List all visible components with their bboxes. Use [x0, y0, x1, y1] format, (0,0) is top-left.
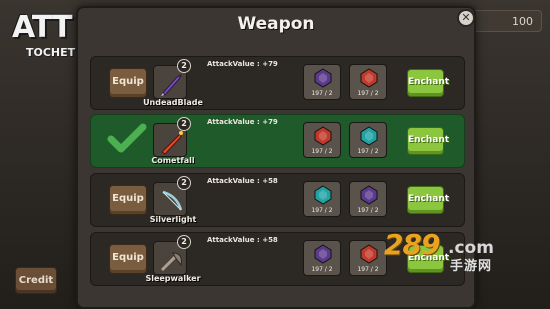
attack-value: AttackValue : +79	[207, 60, 278, 68]
panel-title: Weapon	[237, 14, 315, 34]
gem-count: 197 / 2	[357, 266, 379, 273]
gem-slot: 197 / 2	[349, 181, 387, 217]
gem-count: 197 / 2	[357, 207, 379, 214]
weapon-name: Silverlight	[149, 215, 197, 224]
gem-slot: 197 / 2	[303, 240, 341, 276]
equip-button[interactable]: Equip	[109, 68, 147, 98]
level-badge: 2	[177, 117, 191, 131]
checkmark-icon	[107, 123, 147, 155]
weapon-icon	[161, 131, 183, 155]
logo-title: ATT	[12, 10, 73, 45]
logo-subtitle: TOCHET	[26, 46, 76, 59]
equip-button[interactable]: Equip	[109, 185, 147, 215]
equip-button[interactable]: Equip	[109, 244, 147, 274]
gem-count: 197 / 2	[357, 90, 379, 97]
weapon-name: Sleepwalker	[145, 274, 201, 283]
weapon-row: 2 Cometfall AttackValue : +79 197 / 2 19…	[90, 114, 465, 168]
close-icon[interactable]: ✕	[457, 9, 475, 27]
gem-count: 197 / 2	[311, 148, 333, 155]
enchant-button[interactable]: Enchant	[407, 245, 449, 273]
enchant-button[interactable]: Enchant	[407, 186, 449, 214]
weapon-icon	[161, 73, 183, 96]
coin-counter: 100	[472, 10, 542, 32]
weapon-row: Equip 2 UndeadBlade AttackValue : +79 19…	[90, 56, 465, 110]
weapon-name: Cometfall	[151, 156, 195, 165]
enchant-button[interactable]: Enchant	[407, 127, 449, 155]
gem-slot: 197 / 2	[303, 181, 341, 217]
gem-slot: 197 / 2	[349, 240, 387, 276]
gem-count: 197 / 2	[311, 266, 333, 273]
gem-count: 197 / 2	[357, 148, 379, 155]
enchant-button[interactable]: Enchant	[407, 69, 449, 97]
level-badge: 2	[177, 59, 191, 73]
gem-slot: 197 / 2	[303, 64, 341, 100]
weapon-row: Equip 2 Sleepwalker AttackValue : +58 19…	[90, 232, 465, 286]
gem-slot: 197 / 2	[349, 122, 387, 158]
gem-count: 197 / 2	[311, 90, 333, 97]
attack-value: AttackValue : +79	[207, 118, 278, 126]
level-badge: 2	[177, 235, 191, 249]
weapon-row: Equip 2 Silverlight AttackValue : +58 19…	[90, 173, 465, 227]
attack-value: AttackValue : +58	[207, 236, 278, 244]
game-logo: ATT TOCHET	[4, 6, 84, 64]
weapon-icon	[160, 252, 182, 272]
weapon-icon	[162, 190, 183, 211]
credit-button[interactable]: Credit	[15, 267, 57, 294]
weapon-name: UndeadBlade	[143, 98, 203, 107]
level-badge: 2	[177, 176, 191, 190]
gem-count: 197 / 2	[311, 207, 333, 214]
gem-slot: 197 / 2	[303, 122, 341, 158]
gem-slot: 197 / 2	[349, 64, 387, 100]
attack-value: AttackValue : +58	[207, 177, 278, 185]
